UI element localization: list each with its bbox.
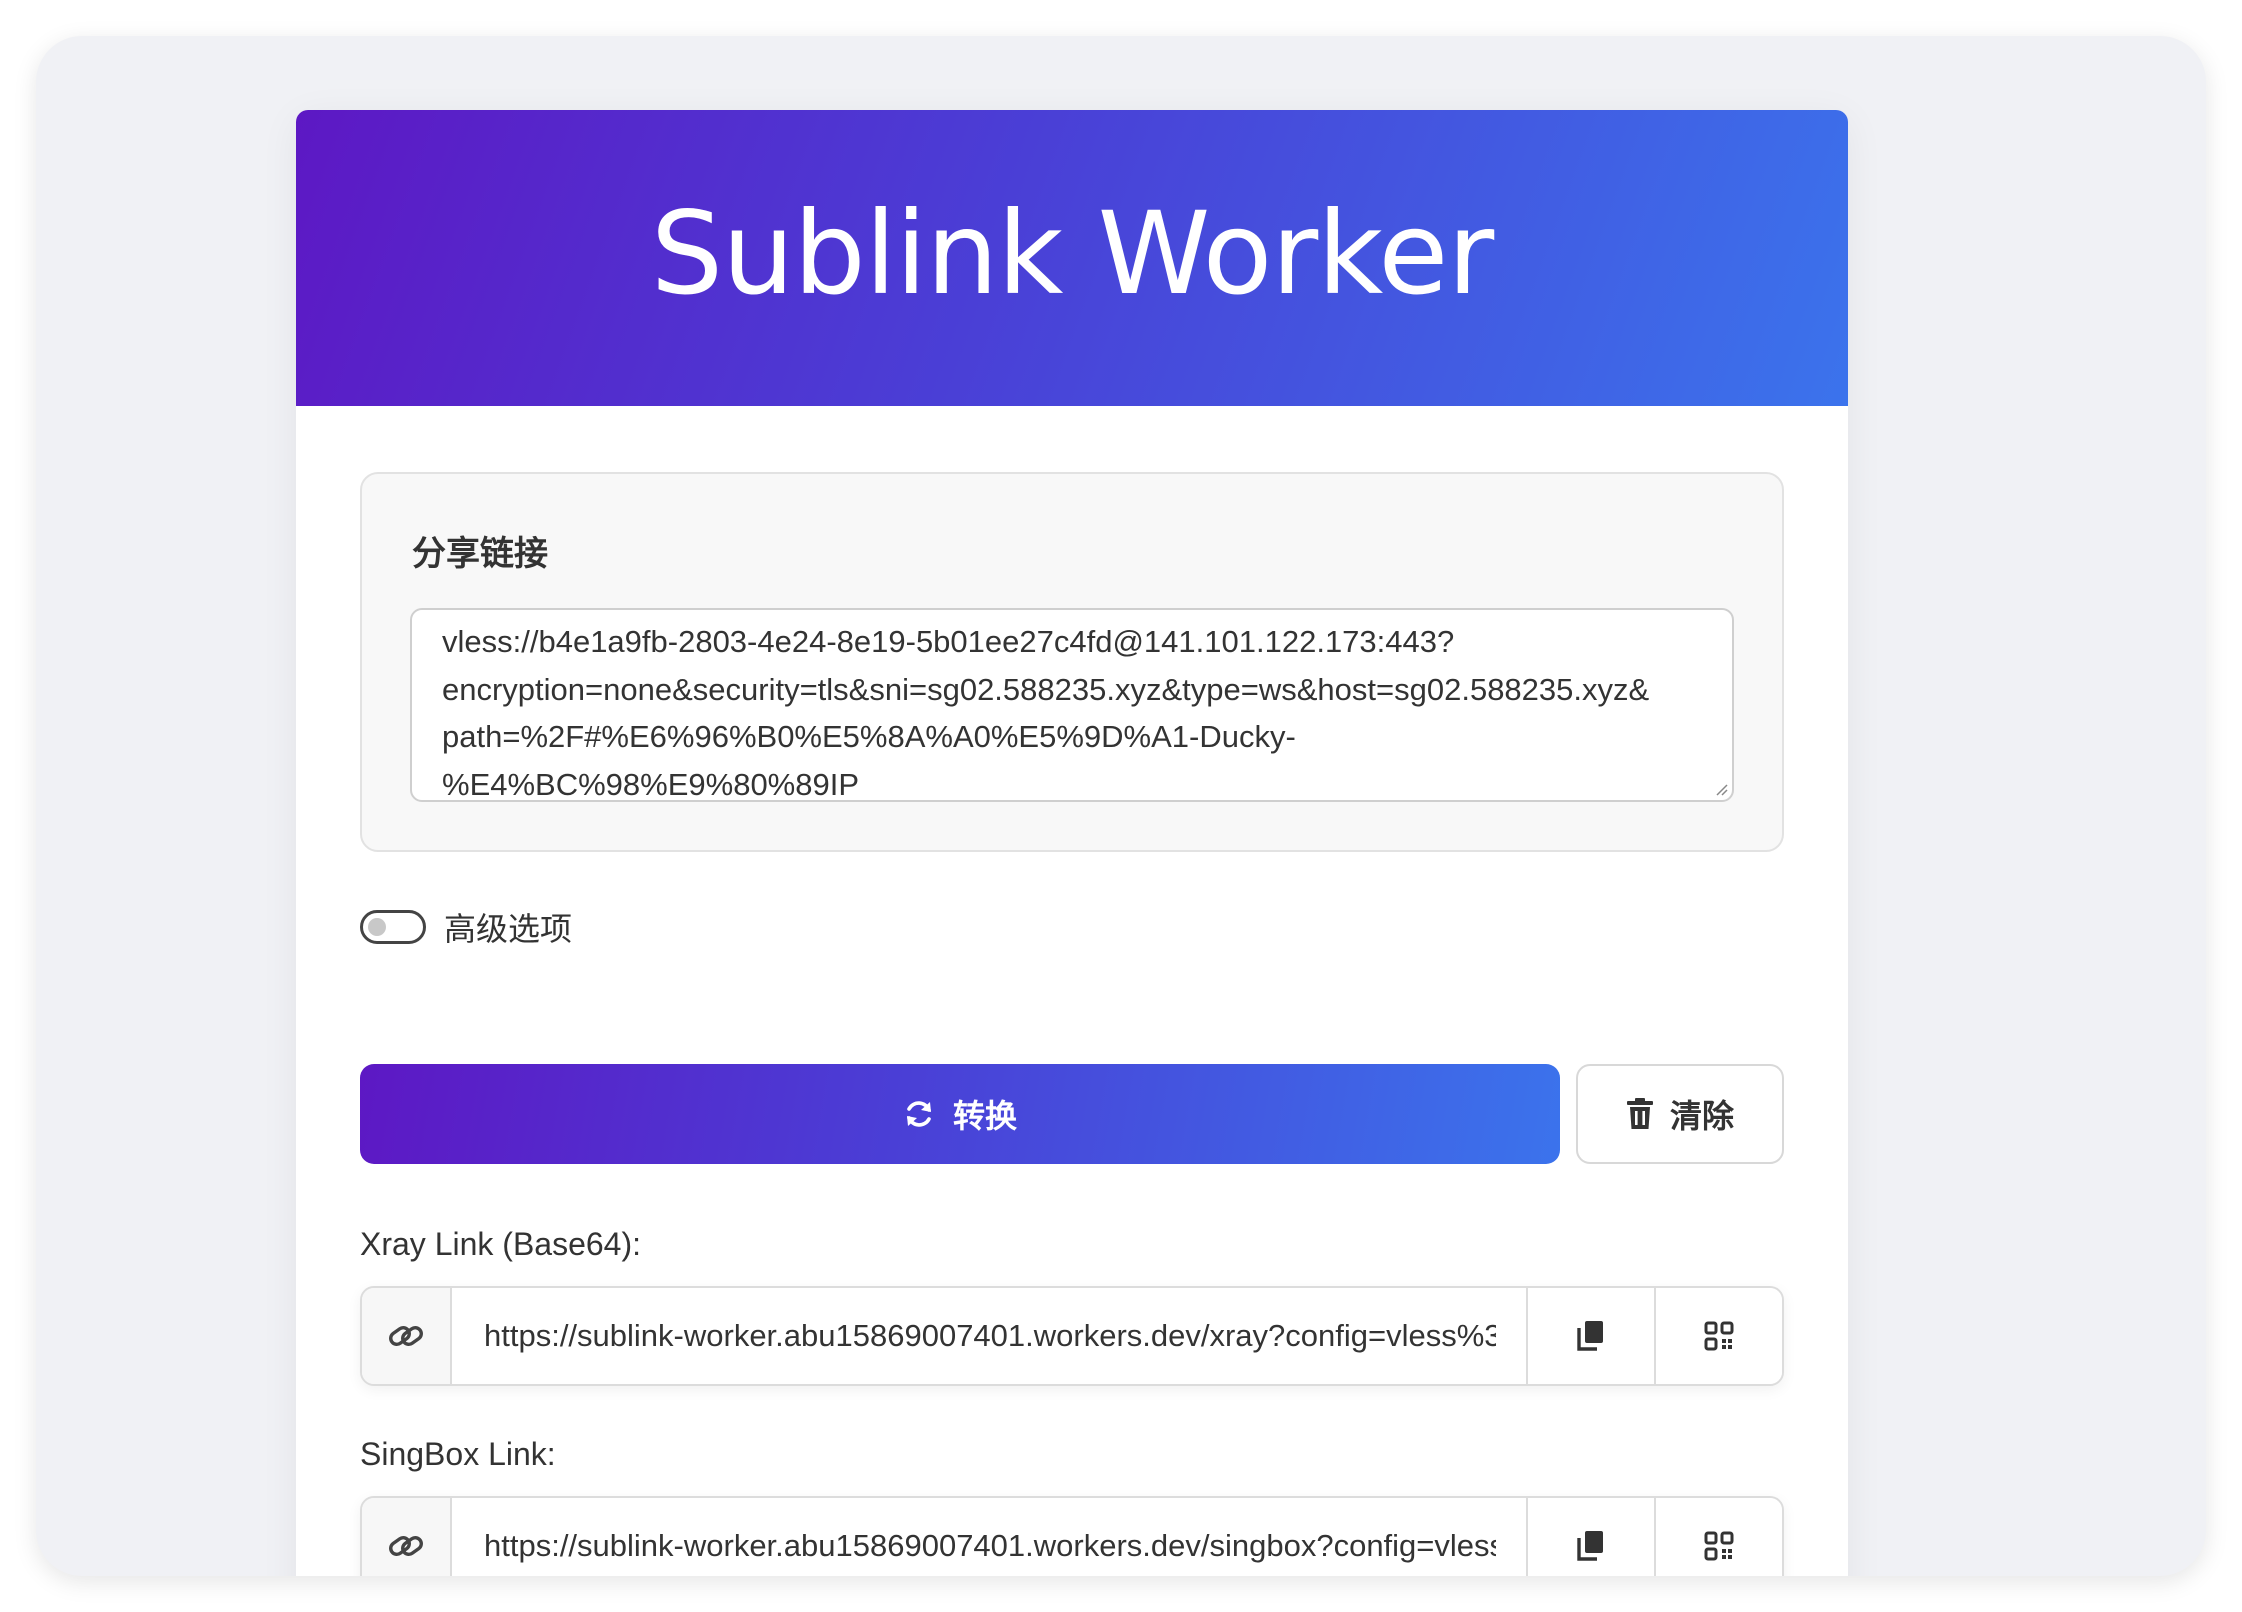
singbox-copy-button[interactable] bbox=[1526, 1498, 1654, 1576]
link-icon bbox=[362, 1498, 452, 1576]
trash-icon bbox=[1626, 1098, 1653, 1129]
advanced-options-toggle[interactable] bbox=[360, 910, 426, 944]
singbox-qrcode-button[interactable] bbox=[1654, 1498, 1782, 1576]
qrcode-icon bbox=[1704, 1321, 1734, 1351]
advanced-options-label: 高级选项 bbox=[444, 911, 573, 947]
singbox-link-value: https://sublink-worker.abu15869007401.wo… bbox=[484, 1528, 1496, 1563]
xray-link-value: https://sublink-worker.abu15869007401.wo… bbox=[484, 1318, 1496, 1353]
toggle-knob bbox=[368, 918, 386, 936]
share-link-textarea[interactable]: vless://b4e1a9fb-2803-4e24-8e19-5b01ee27… bbox=[410, 608, 1734, 802]
resize-handle-icon[interactable] bbox=[1714, 782, 1728, 796]
share-link-line: %E4%BC%98%E9%80%89IP bbox=[442, 766, 860, 802]
xray-link-input[interactable]: https://sublink-worker.abu15869007401.wo… bbox=[452, 1288, 1526, 1384]
singbox-link-group: https://sublink-worker.abu15869007401.wo… bbox=[360, 1496, 1784, 1576]
clear-button-label: 清除 bbox=[1669, 1098, 1734, 1134]
copy-icon bbox=[1577, 1321, 1603, 1351]
singbox-link-input[interactable]: https://sublink-worker.abu15869007401.wo… bbox=[452, 1498, 1526, 1576]
qrcode-icon bbox=[1704, 1531, 1734, 1561]
app-title: Sublink Worker bbox=[650, 186, 1494, 320]
xray-copy-button[interactable] bbox=[1526, 1288, 1654, 1384]
share-link-title: 分享链接 bbox=[412, 535, 548, 573]
share-link-line: encryption=none&security=tls&sni=sg02.58… bbox=[442, 671, 1650, 707]
convert-button[interactable]: 转换 bbox=[360, 1064, 1560, 1164]
app-header: Sublink Worker bbox=[296, 110, 1848, 406]
share-link-line: vless://b4e1a9fb-2803-4e24-8e19-5b01ee27… bbox=[442, 624, 1455, 659]
share-link-line: path=%2F#%E6%96%B0%E5%8A%A0%E5%9D%A1-Duc… bbox=[442, 719, 1296, 754]
advanced-options-row[interactable]: 高级选项 bbox=[360, 904, 572, 950]
sync-icon bbox=[906, 1101, 931, 1127]
app-window: Sublink Worker 分享链接 vless://b4e1a9fb-280… bbox=[36, 36, 2206, 1576]
copy-icon bbox=[1577, 1531, 1603, 1561]
xray-link-label: Xray Link (Base64): bbox=[360, 1226, 642, 1262]
xray-link-group: https://sublink-worker.abu15869007401.wo… bbox=[360, 1286, 1784, 1386]
clear-button[interactable]: 清除 bbox=[1576, 1064, 1784, 1164]
convert-button-label: 转换 bbox=[952, 1098, 1017, 1134]
main-card: Sublink Worker 分享链接 vless://b4e1a9fb-280… bbox=[296, 110, 1848, 1576]
share-link-panel: 分享链接 vless://b4e1a9fb-2803-4e24-8e19-5b0… bbox=[360, 472, 1784, 852]
singbox-link-label: SingBox Link: bbox=[360, 1436, 556, 1472]
link-icon bbox=[362, 1288, 452, 1384]
xray-qrcode-button[interactable] bbox=[1654, 1288, 1782, 1384]
